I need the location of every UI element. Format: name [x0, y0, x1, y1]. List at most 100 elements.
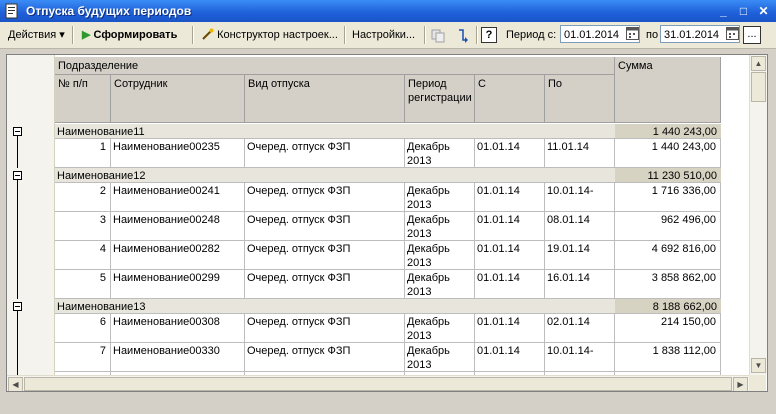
settings-constructor-button[interactable]: Конструктор настроек... — [198, 25, 342, 45]
scroll-thumb[interactable] — [24, 377, 732, 391]
tree-line — [17, 180, 18, 299]
group-name[interactable]: Наименование11 — [55, 124, 615, 139]
close-button[interactable]: ✕ — [756, 4, 771, 18]
cell-to: 16.01.14 — [545, 270, 615, 299]
toolbar-separator — [476, 26, 478, 44]
cell-period: Декабрь 2013 — [405, 183, 475, 212]
toolbar: Действия ▾ ▶ Сформировать Конструктор на… — [0, 22, 776, 49]
vertical-scrollbar[interactable]: ▲ ▼ — [749, 55, 767, 375]
cell-from: 01.01.14 — [475, 270, 545, 299]
cell-num: 3 — [55, 212, 111, 241]
cell-to: 08.01.14 — [545, 212, 615, 241]
header-department: Подразделение — [55, 57, 615, 75]
period-label: Период с: — [506, 29, 557, 41]
cell-num: 2 — [55, 183, 111, 212]
scroll-thumb[interactable] — [751, 72, 766, 102]
cell-period: Декабрь 2013 — [405, 212, 475, 241]
settings-button[interactable]: Настройки... — [348, 25, 419, 45]
header-employee: Сотрудник — [111, 75, 245, 123]
generate-button[interactable]: ▶ Сформировать — [78, 25, 181, 45]
header-type: Вид отпуска — [245, 75, 405, 123]
cell-type: Очеред. отпуск ФЗП — [245, 183, 405, 212]
collapse-icon[interactable] — [13, 302, 22, 311]
cell-to: 19.01.14 — [545, 241, 615, 270]
cell-employee: Наименование00241 — [111, 183, 245, 212]
tree-gutter — [7, 55, 55, 391]
toolbar-separator — [424, 26, 426, 44]
cell-to: 02.01.14 — [545, 314, 615, 343]
group-sum: 8 188 662,00 — [615, 299, 721, 314]
copy-icon[interactable] — [430, 28, 446, 44]
header-num: № п/п — [55, 75, 111, 123]
tree-line — [17, 136, 18, 168]
report-grid[interactable]: Подразделение Сумма № п/п Сотрудник Вид … — [6, 54, 768, 392]
cell-type: Очеред. отпуск ФЗП — [245, 241, 405, 270]
cell-from: 01.01.14 — [475, 139, 545, 168]
chevron-down-icon: ▾ — [59, 29, 65, 41]
cell-type: Очеред. отпуск ФЗП — [245, 270, 405, 299]
cell-to: 10.01.14- — [545, 183, 615, 212]
cell-sum: 214 150,00 — [615, 314, 721, 343]
cell-period: Декабрь 2013 — [405, 343, 475, 372]
group-name[interactable]: Наименование13 — [55, 299, 615, 314]
header-to: По — [545, 75, 615, 123]
minimize-button[interactable]: _ — [716, 4, 731, 18]
cell-employee: Наименование00248 — [111, 212, 245, 241]
scroll-left-icon[interactable]: ◀ — [8, 377, 23, 391]
actions-menu[interactable]: Действия ▾ — [4, 25, 69, 45]
tree-expand-icon[interactable] — [456, 28, 470, 44]
toolbar-separator — [192, 26, 194, 44]
report-icon — [5, 3, 18, 19]
cell-sum: 1 716 336,00 — [615, 183, 721, 212]
scroll-down-icon[interactable]: ▼ — [751, 358, 766, 373]
calendar-icon[interactable] — [626, 26, 639, 40]
scroll-right-icon[interactable]: ▶ — [733, 377, 748, 391]
window-title: Отпуска будущих периодов — [26, 4, 192, 18]
cell-to: 11.01.14 — [545, 139, 615, 168]
scroll-corner — [749, 375, 766, 391]
cell-from: 01.01.14 — [475, 314, 545, 343]
constructor-label: Конструктор настроек... — [217, 29, 338, 41]
cell-sum: 962 496,00 — [615, 212, 721, 241]
toolbar-separator — [344, 26, 346, 44]
cell-period: Декабрь 2013 — [405, 314, 475, 343]
cell-employee: Наименование00308 — [111, 314, 245, 343]
group-sum: 1 440 243,00 — [615, 124, 721, 139]
cell-from: 01.01.14 — [475, 343, 545, 372]
header-sum: Сумма — [615, 57, 721, 123]
actions-label: Действия — [8, 29, 57, 41]
cell-sum: 4 692 816,00 — [615, 241, 721, 270]
collapse-icon[interactable] — [13, 171, 22, 180]
cell-type: Очеред. отпуск ФЗП — [245, 212, 405, 241]
play-icon: ▶ — [82, 29, 91, 41]
cell-employee: Наименование00235 — [111, 139, 245, 168]
cell-sum: 1 838 112,00 — [615, 343, 721, 372]
cell-employee: Наименование00330 — [111, 343, 245, 372]
generate-label: Сформировать — [93, 29, 178, 41]
cell-period: Декабрь 2013 — [405, 139, 475, 168]
cell-employee: Наименование00282 — [111, 241, 245, 270]
cell-num: 1 — [55, 139, 111, 168]
wand-icon — [202, 28, 214, 40]
horizontal-scrollbar[interactable]: ◀ ▶ — [7, 375, 749, 391]
cell-period: Декабрь 2013 — [405, 270, 475, 299]
scroll-up-icon[interactable]: ▲ — [751, 56, 766, 71]
calendar-icon[interactable] — [726, 26, 739, 40]
help-button[interactable]: ? — [481, 27, 497, 43]
collapse-icon[interactable] — [13, 127, 22, 136]
group-name[interactable]: Наименование12 — [55, 168, 615, 183]
cell-num: 6 — [55, 314, 111, 343]
cell-type: Очеред. отпуск ФЗП — [245, 139, 405, 168]
header-period: Период регистрации — [405, 75, 475, 123]
cell-from: 01.01.14 — [475, 183, 545, 212]
cell-from: 01.01.14 — [475, 212, 545, 241]
group-sum: 11 230 510,00 — [615, 168, 721, 183]
cell-to: 10.01.14- — [545, 343, 615, 372]
cell-employee: Наименование00299 — [111, 270, 245, 299]
cell-type: Очеред. отпуск ФЗП — [245, 343, 405, 372]
more-button[interactable]: ... — [743, 26, 761, 44]
maximize-button[interactable]: □ — [736, 4, 751, 18]
title-bar: Отпуска будущих периодов _ □ ✕ — [0, 0, 776, 22]
cell-num: 4 — [55, 241, 111, 270]
cell-num: 7 — [55, 343, 111, 372]
